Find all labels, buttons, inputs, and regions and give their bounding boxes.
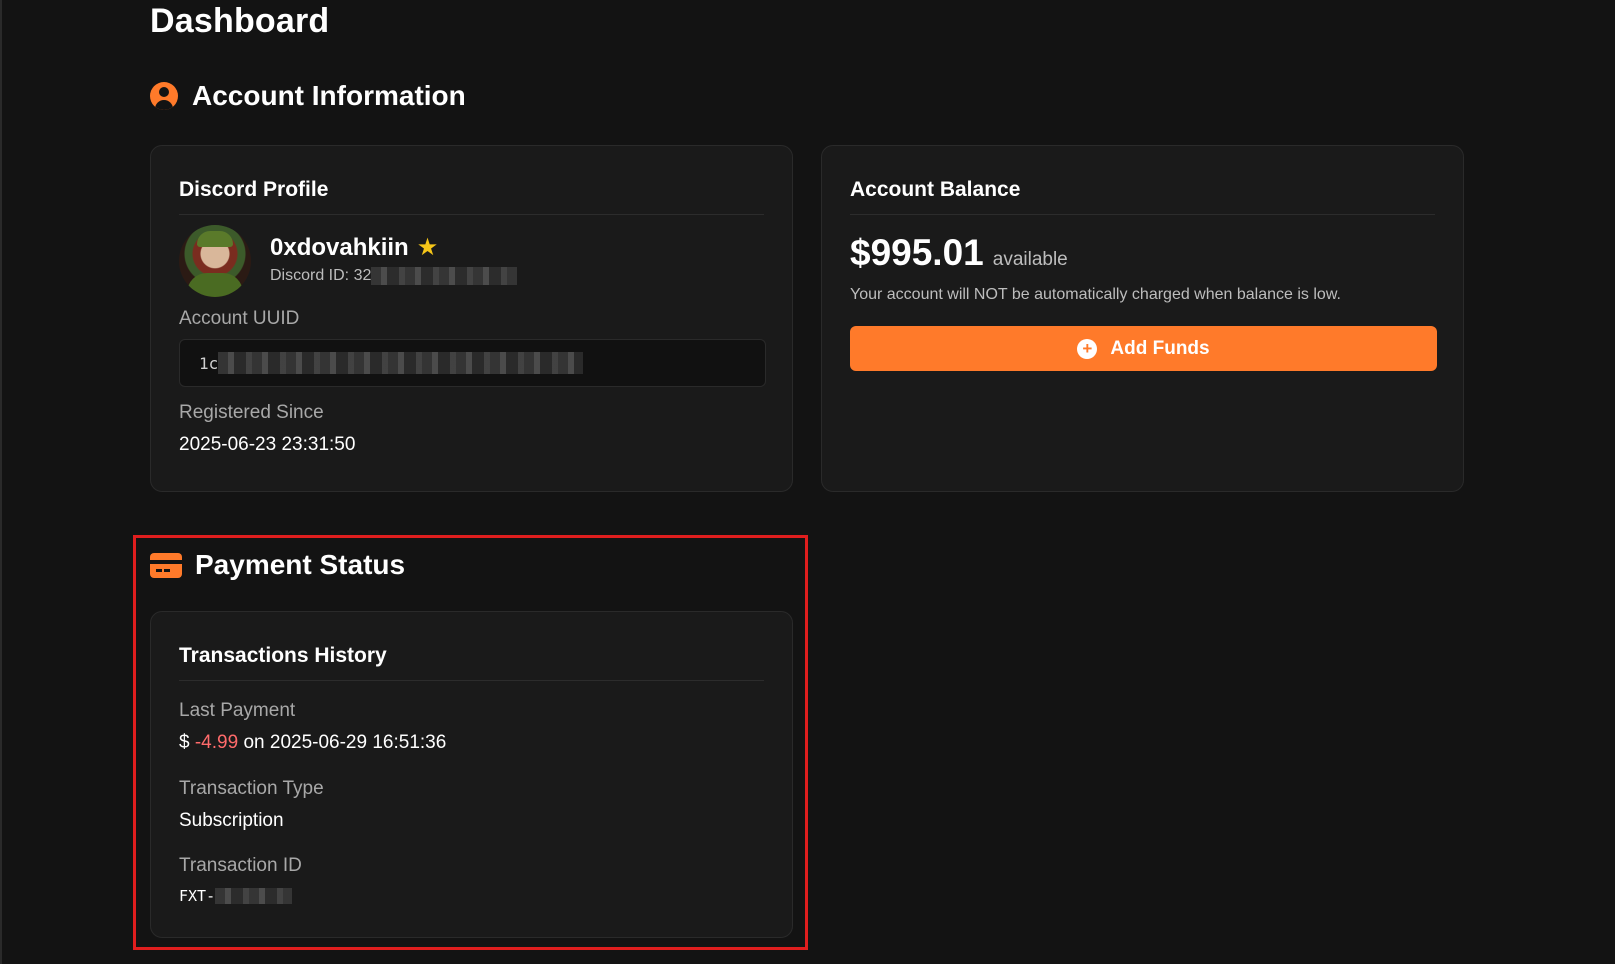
registered-since-value: 2025-06-23 23:31:50 — [179, 434, 356, 455]
transaction-id-prefix: FXT- — [179, 887, 216, 905]
balance-value: $995.01 — [850, 232, 984, 273]
account-balance-card: Account Balance $995.01 available Your a… — [821, 145, 1464, 492]
username-text: 0xdovahkiin — [270, 234, 409, 261]
redacted-discord-id — [371, 267, 518, 285]
account-information-heading: Account Information — [150, 80, 466, 112]
star-icon: ★ — [416, 234, 439, 261]
credit-card-icon — [150, 552, 182, 578]
add-funds-button[interactable]: + Add Funds — [850, 326, 1437, 371]
account-information-title: Account Information — [192, 80, 466, 111]
transactions-history-title: Transactions History — [179, 644, 387, 667]
account-uuid-label: Account UUID — [179, 308, 300, 329]
payment-amount: -4.99 — [194, 732, 239, 753]
add-funds-label: Add Funds — [1110, 337, 1210, 359]
last-payment-label: Last Payment — [179, 700, 296, 721]
window-edge — [0, 0, 2, 964]
divider — [850, 214, 1435, 215]
transaction-type-value: Subscription — [179, 810, 284, 831]
account-uuid-value: 1c — [199, 353, 219, 373]
discord-id-text: Discord ID: 32 — [270, 267, 372, 284]
transactions-history-card: Transactions History Last Payment $ -4.9… — [150, 611, 793, 938]
redacted-uuid — [218, 352, 584, 374]
username: 0xdovahkiin ★ — [270, 234, 438, 262]
plus-circle-icon: + — [1077, 338, 1098, 359]
on-label: on — [243, 732, 265, 753]
avatar — [179, 225, 251, 297]
registered-since-label: Registered Since — [179, 402, 324, 423]
payment-date: 2025-06-29 16:51:36 — [269, 732, 447, 753]
account-uuid-field[interactable]: 1c — [179, 339, 766, 387]
last-payment-value: $ -4.99 on 2025-06-29 16:51:36 — [179, 732, 446, 754]
discord-profile-title: Discord Profile — [179, 178, 329, 201]
divider — [179, 214, 764, 215]
transaction-id-label: Transaction ID — [179, 855, 302, 876]
transaction-type-label: Transaction Type — [179, 778, 324, 799]
available-label: available — [992, 249, 1068, 270]
account-balance-title: Account Balance — [850, 178, 1021, 201]
balance-amount: $995.01 available — [850, 232, 1068, 274]
payment-status-heading: Payment Status — [150, 549, 405, 581]
page-title: Dashboard — [150, 2, 330, 40]
discord-id: Discord ID: 32 — [270, 267, 518, 285]
transaction-id-value: FXT- — [179, 887, 293, 905]
discord-profile-card: Discord Profile 0xdovahkiin ★ Discord ID… — [150, 145, 793, 492]
currency-symbol: $ — [179, 732, 190, 753]
redacted-transaction-id — [215, 888, 293, 904]
page: Dashboard Account Information Discord Pr… — [0, 0, 1615, 964]
user-circle-icon — [150, 82, 178, 110]
auto-charge-note: Your account will NOT be automatically c… — [850, 286, 1341, 303]
payment-status-title: Payment Status — [195, 549, 406, 580]
divider — [179, 680, 764, 681]
